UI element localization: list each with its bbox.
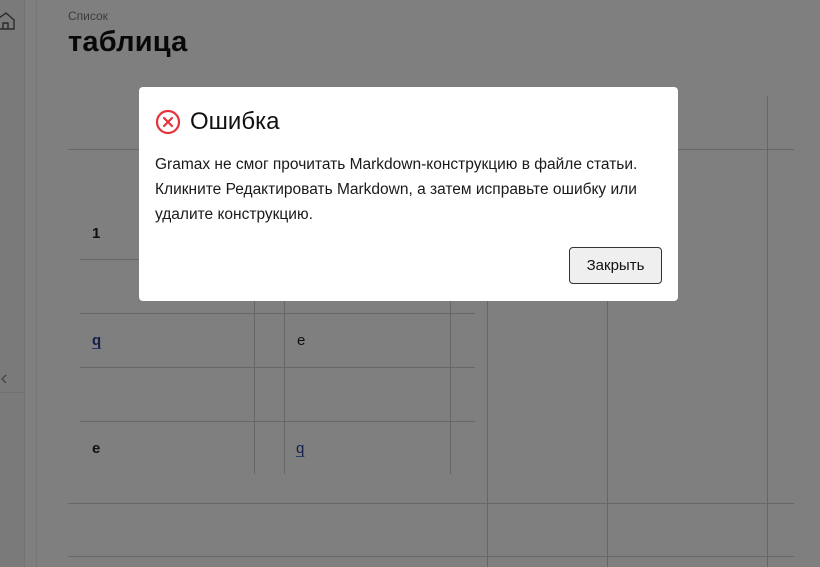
dialog-header: Ошибка: [155, 108, 279, 136]
dialog-message-line: Gramax не смог прочитать Markdown-констр…: [155, 156, 638, 173]
page: Список таблица 1 q e e q: [0, 0, 820, 567]
dialog-title: Ошибка: [190, 108, 280, 135]
dialog-message-line: Кликните Редактировать Markdown, а затем…: [155, 181, 637, 223]
error-circle-x-icon: [155, 109, 181, 135]
error-dialog: Ошибка Gramax не смог прочитать Markdown…: [139, 87, 678, 301]
dialog-message: Gramax не смог прочитать Markdown-констр…: [155, 152, 670, 227]
close-button[interactable]: Закрыть: [569, 247, 662, 284]
